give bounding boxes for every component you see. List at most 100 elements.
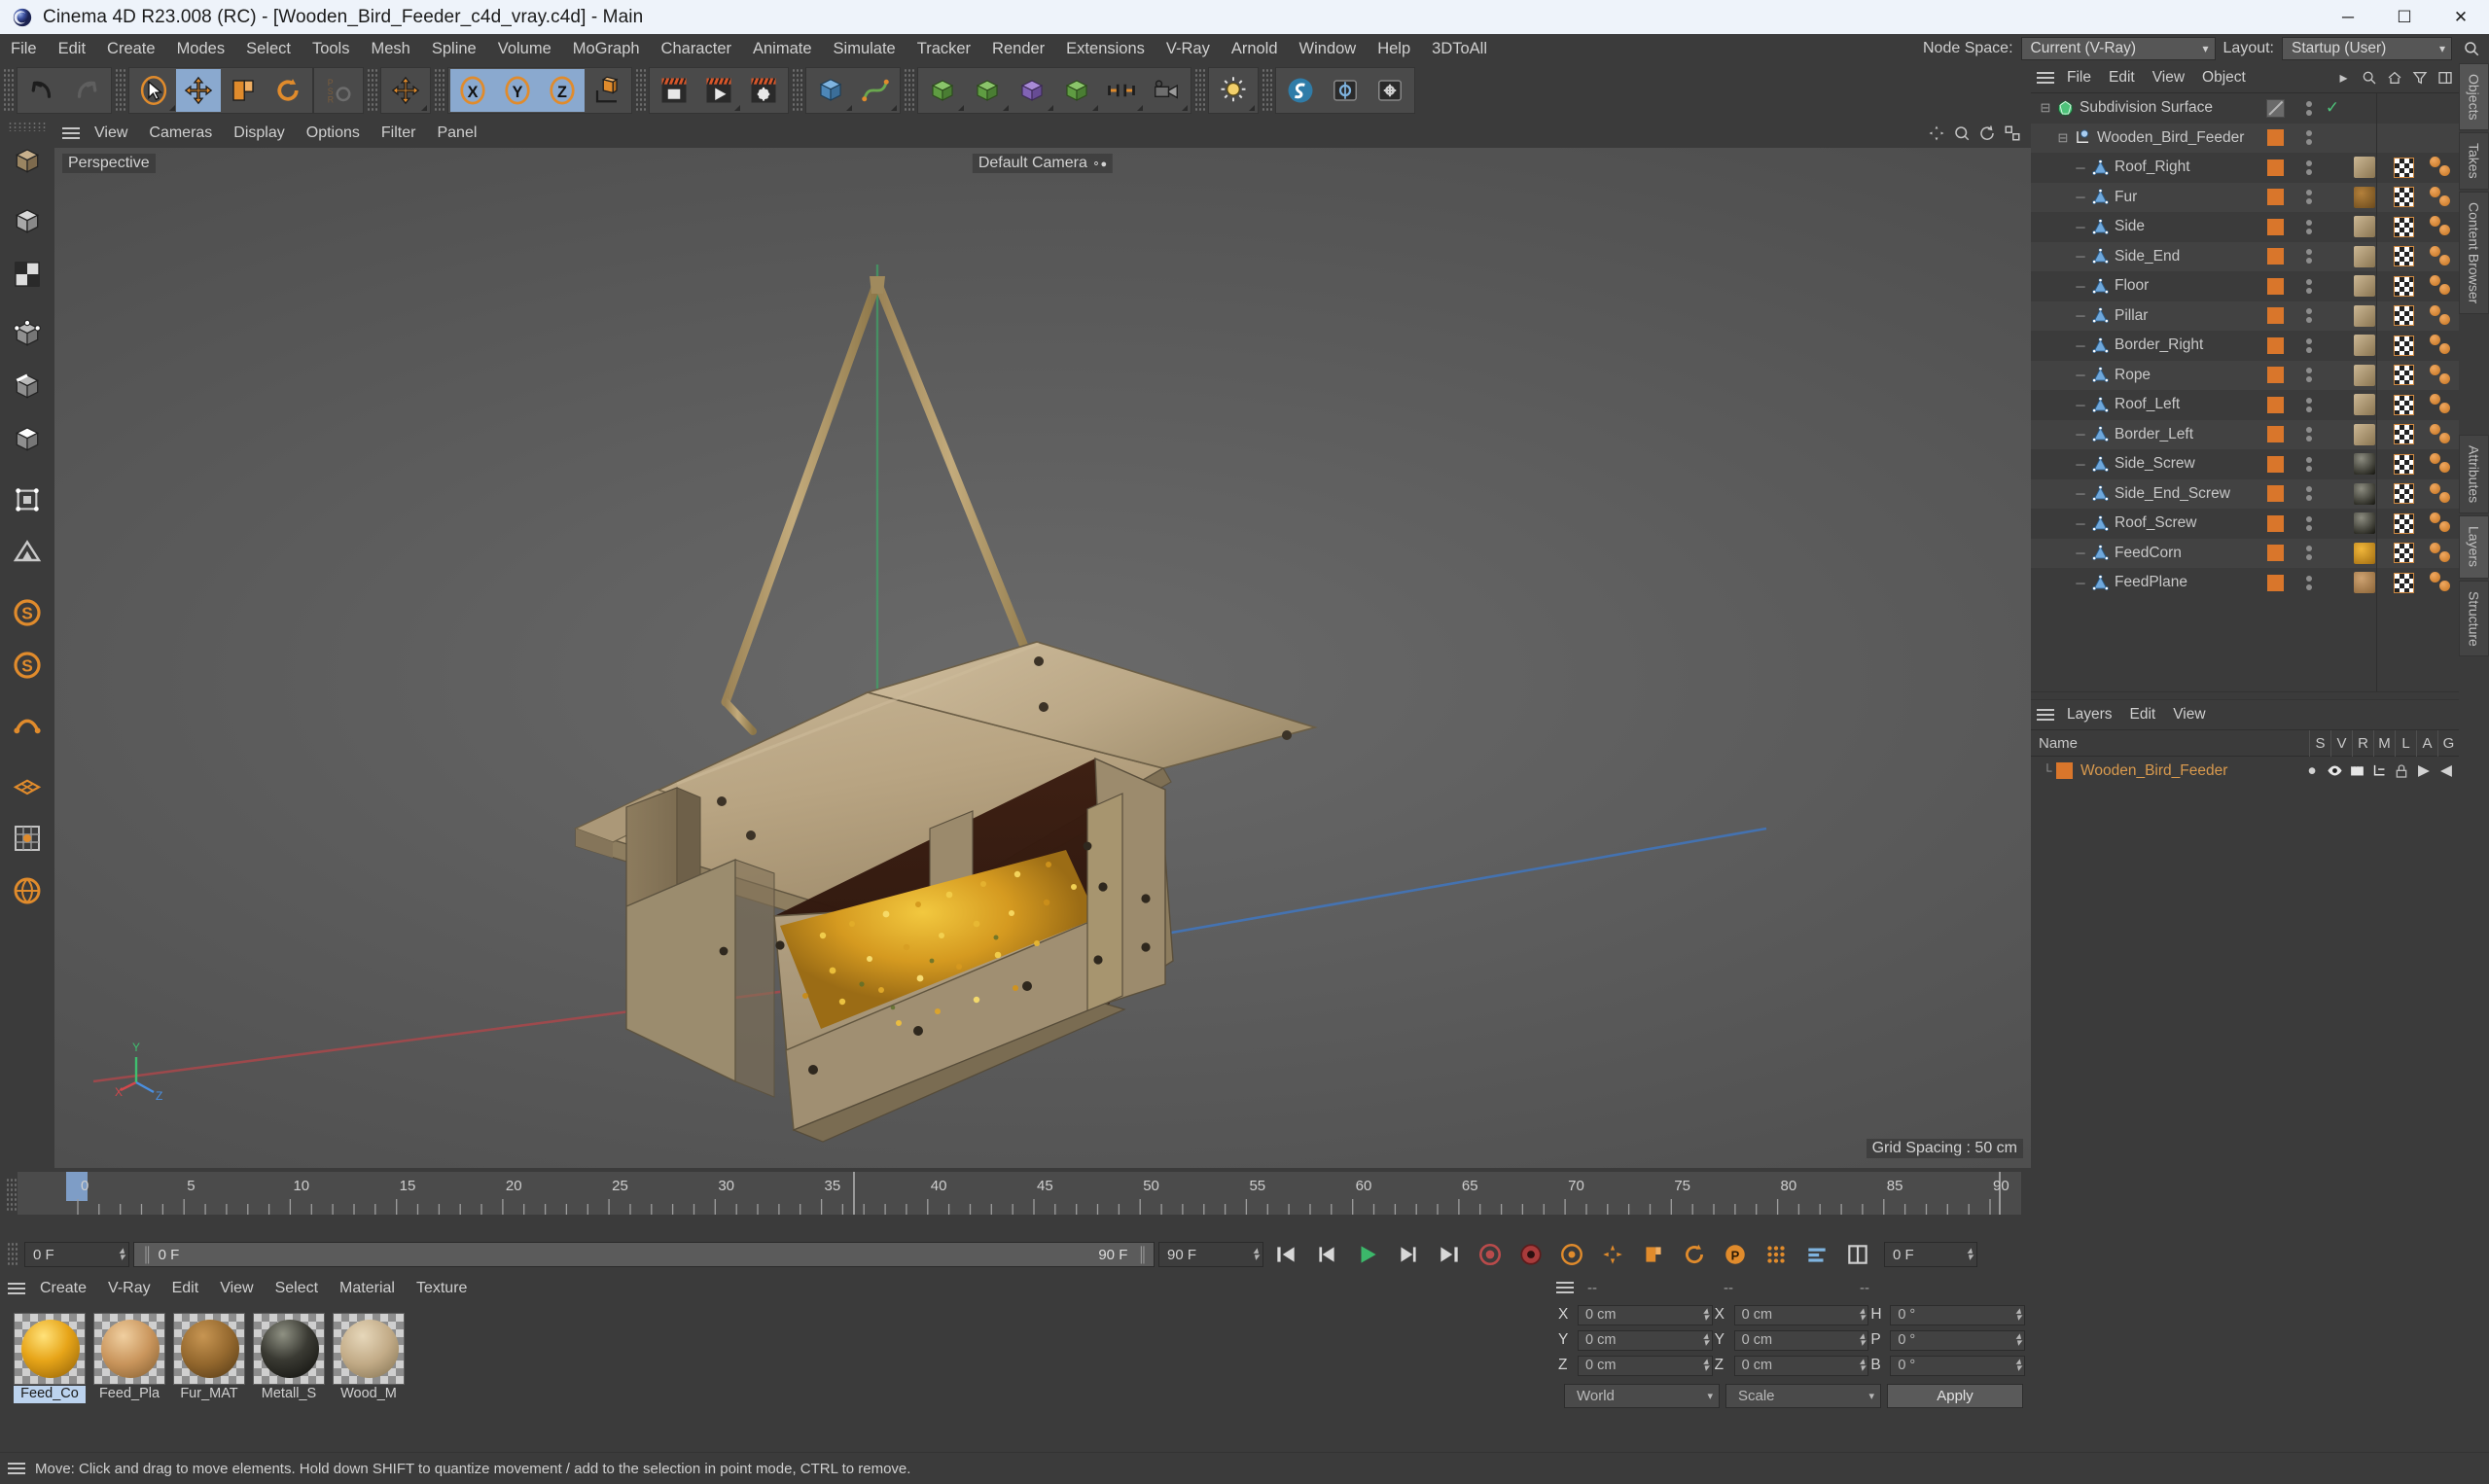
playback-settings-button[interactable] (1798, 1240, 1835, 1269)
eye-icon[interactable] (2324, 760, 2345, 782)
checker-icon[interactable] (2393, 216, 2414, 237)
layer-color-cell[interactable] (2253, 277, 2297, 295)
layer-row[interactable]: └ Wooden_Bird_Feeder ● ▶ ◀ (2031, 757, 2459, 785)
layer-color-swatch[interactable] (2266, 189, 2284, 206)
layers-col-g[interactable]: G (2437, 729, 2459, 757)
layer-color-cell[interactable] (2253, 336, 2297, 354)
uvw-tag[interactable] (2385, 424, 2422, 445)
object-row[interactable]: ─ FeedCorn (2031, 538, 2459, 568)
snap-settings-button[interactable]: S (3, 586, 52, 639)
more-arrow-icon[interactable]: ▸ (2333, 68, 2354, 88)
keyframe-selection-button[interactable] (1553, 1240, 1590, 1269)
visibility-dots[interactable] (2297, 130, 2321, 146)
point-level-animation-button[interactable] (1758, 1240, 1795, 1269)
add-field-button[interactable] (1054, 69, 1099, 112)
visibility-dots[interactable] (2297, 308, 2321, 324)
object-row[interactable]: ─ Rope (2031, 360, 2459, 390)
visibility-dots[interactable] (2297, 486, 2321, 502)
record-active-objects-button[interactable] (1472, 1240, 1509, 1269)
layer-color-cell[interactable] (2253, 396, 2297, 413)
layers-col-r[interactable]: R (2352, 729, 2373, 757)
material-thumbnail[interactable] (2354, 275, 2375, 298)
enable-axis-modification-button[interactable] (3, 474, 52, 526)
dolly-icon[interactable] (1951, 123, 1973, 144)
material-tag[interactable] (2344, 453, 2385, 476)
material-tag[interactable] (2344, 423, 2385, 445)
material-tag[interactable] (2344, 364, 2385, 386)
viewport-menu-display[interactable]: Display (223, 122, 295, 144)
spinner-icon[interactable]: ▴ ▾ (1245, 1246, 1259, 1263)
phong-tag[interactable] (2422, 423, 2459, 445)
layer-color-cell[interactable] (2253, 248, 2297, 265)
lock-z-axis-button[interactable]: Z (540, 69, 585, 112)
uvw-tag[interactable] (2385, 572, 2422, 593)
material-thumbnail[interactable] (2354, 482, 2375, 505)
rotation-b-input[interactable]: 0 ° ▴ ▾ (1890, 1355, 2026, 1376)
phong-tag[interactable] (2422, 453, 2459, 475)
edge-mode-button[interactable] (3, 361, 52, 413)
lock-icon[interactable] (2391, 760, 2412, 782)
layer-color-swatch[interactable] (2266, 248, 2284, 265)
layer-color-swatch[interactable] (2266, 545, 2284, 562)
left-toolbar-grip[interactable] (8, 122, 47, 131)
checker-icon[interactable] (2393, 512, 2414, 534)
checker-icon[interactable] (2393, 187, 2414, 208)
step-forward-button[interactable] (1390, 1240, 1427, 1269)
add-deformer-button[interactable] (1010, 69, 1054, 112)
menu-3dtoall[interactable]: 3DToAll (1421, 36, 1498, 61)
layer-color-cell[interactable] (2253, 367, 2297, 384)
checker-icon[interactable] (2393, 424, 2414, 445)
point-mode-button[interactable] (3, 308, 52, 361)
menu-extensions[interactable]: Extensions (1055, 36, 1156, 61)
material-thumbnail[interactable] (2354, 572, 2375, 594)
layers-menu-view[interactable]: View (2164, 703, 2214, 725)
add-subdivision-surface-button[interactable] (965, 69, 1010, 112)
material-tag[interactable] (2344, 216, 2385, 238)
phong-icon[interactable] (2429, 245, 2452, 267)
material-menu-texture[interactable]: Texture (406, 1277, 478, 1299)
uvw-tag[interactable] (2385, 365, 2422, 386)
menu-render[interactable]: Render (981, 36, 1055, 61)
visibility-dots[interactable] (2297, 546, 2321, 561)
menu-mograph[interactable]: MoGraph (562, 36, 651, 61)
layer-color-swatch[interactable] (2266, 367, 2284, 384)
menu-volume[interactable]: Volume (487, 36, 562, 61)
object-row[interactable]: ─ FeedPlane (2031, 568, 2459, 598)
layer-color-cell[interactable] (2253, 455, 2297, 473)
menu-tools[interactable]: Tools (302, 36, 361, 61)
checker-icon[interactable] (2393, 572, 2414, 593)
object-menu-edit[interactable]: Edit (2100, 66, 2144, 88)
material-thumbnail[interactable] (2354, 423, 2375, 445)
spinner-icon[interactable]: ▴ ▾ (1695, 1357, 1709, 1374)
spinner-icon[interactable]: ▴ ▾ (111, 1246, 124, 1263)
material-tag[interactable] (2344, 186, 2385, 208)
step-back-button[interactable] (1308, 1240, 1345, 1269)
menu-spline[interactable]: Spline (421, 36, 487, 61)
add-light-button[interactable] (1211, 69, 1256, 112)
size-z-input[interactable]: 0 cm ▴ ▾ (1733, 1355, 1869, 1376)
polygon-mode-button[interactable] (3, 413, 52, 466)
spinner-icon[interactable]: ▴ ▾ (1852, 1357, 1866, 1374)
spinner-icon[interactable]: ▴ ▾ (2008, 1331, 2021, 1349)
toolbar-grip[interactable] (1194, 68, 1205, 113)
phong-tag[interactable] (2422, 512, 2459, 534)
material-thumbnail[interactable] (2354, 542, 2375, 564)
checker-icon[interactable] (2393, 394, 2414, 415)
viewport-menu-options[interactable]: Options (296, 122, 371, 144)
material-hamburger-icon[interactable] (4, 1279, 29, 1298)
phong-tag[interactable] (2422, 335, 2459, 356)
animation-icon[interactable]: ▶ (2413, 760, 2435, 782)
material-preview[interactable] (173, 1313, 245, 1385)
object-row[interactable]: ⊟ Wooden_Bird_Feeder (2031, 123, 2459, 153)
menu-mesh[interactable]: Mesh (360, 36, 420, 61)
model-mode-button[interactable] (3, 195, 52, 248)
checker-icon[interactable] (2393, 335, 2414, 356)
phong-icon[interactable] (2429, 453, 2452, 475)
phong-tag[interactable] (2422, 542, 2459, 564)
material-preview[interactable] (253, 1313, 325, 1385)
phong-icon[interactable] (2429, 512, 2452, 534)
polygon-pen-button[interactable] (3, 760, 52, 812)
toolbar-grip[interactable] (904, 68, 914, 113)
menu-animate[interactable]: Animate (742, 36, 823, 61)
status-bar-hamburger-icon[interactable] (4, 1459, 29, 1478)
